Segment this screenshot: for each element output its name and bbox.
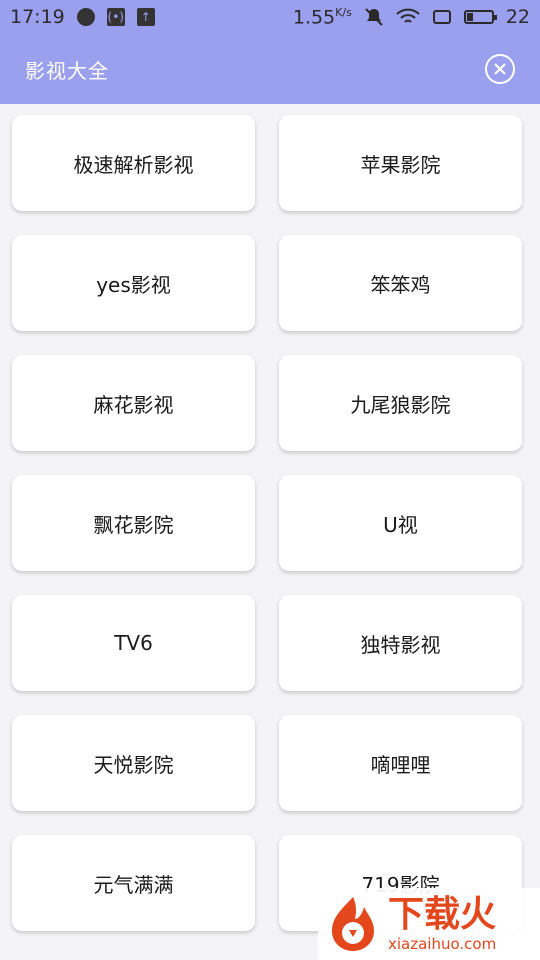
app-card[interactable]: 天悦影院: [12, 715, 255, 811]
app-card[interactable]: 独特影视: [279, 595, 522, 691]
app-card[interactable]: 九尾狼影院: [279, 355, 522, 451]
close-button[interactable]: [485, 54, 515, 84]
battery-icon: [463, 9, 497, 24]
app-card[interactable]: TV6: [12, 595, 255, 691]
watermark: 下载火 xiazaihuo.com: [318, 888, 540, 960]
upload-icon: ↑: [136, 8, 155, 26]
close-icon: [494, 63, 506, 75]
app-grid: 极速解析影视 苹果影院 yes影视 笨笨鸡 麻花影视 九尾狼影院 飘花影院 U视…: [12, 115, 522, 931]
watermark-url: xiazaihuo.com: [388, 935, 497, 953]
app-card[interactable]: 笨笨鸡: [279, 235, 522, 331]
page-title: 影视大全: [25, 58, 109, 83]
flame-logo-icon: [332, 897, 374, 951]
battery-level: 22: [505, 5, 530, 28]
app-bar: 影视大全: [0, 34, 540, 104]
app-card[interactable]: 苹果影院: [279, 115, 522, 211]
signal-icon: ((•)): [102, 8, 129, 26]
network-speed: 1.55K/s: [292, 5, 352, 29]
app-card[interactable]: 嘀哩哩: [279, 715, 522, 811]
wifi-icon: [396, 8, 420, 26]
app-card[interactable]: 极速解析影视: [12, 115, 255, 211]
status-time: 17:19: [10, 6, 65, 28]
app-card[interactable]: 麻花影视: [12, 355, 255, 451]
location-icon: [76, 8, 95, 26]
app-card[interactable]: yes影视: [12, 235, 255, 331]
app-card[interactable]: 元气满满: [12, 835, 255, 931]
status-bar: 17:19 ((•)) ↑ 1.55K/s 22: [0, 0, 540, 34]
mute-icon: [364, 7, 384, 27]
screen-icon: [432, 9, 452, 25]
app-card[interactable]: U视: [279, 475, 522, 571]
app-card[interactable]: 飘花影院: [12, 475, 255, 571]
watermark-name: 下载火: [388, 894, 497, 935]
